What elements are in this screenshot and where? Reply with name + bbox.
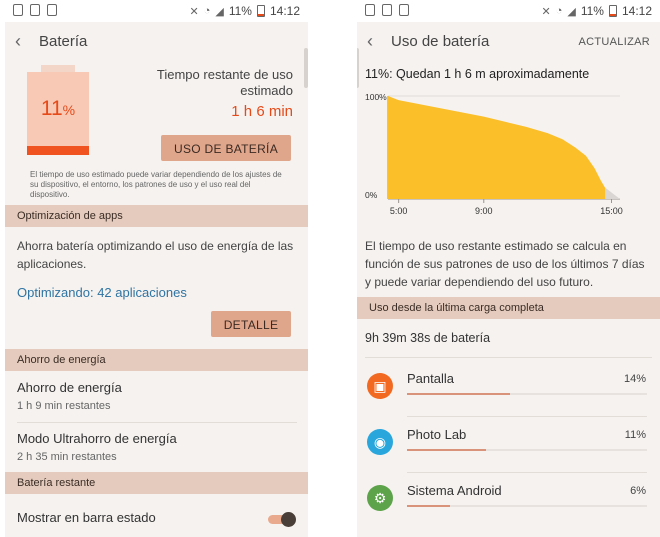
projection-area [605, 187, 620, 199]
usage-summary: 11%: Quedan 1 h 6 m aproximadamente [365, 67, 590, 81]
section-header-power-saving: Ahorro de energía [5, 349, 308, 371]
page-title: Uso de batería [391, 33, 490, 50]
battery-body: 11% [27, 72, 89, 155]
photo-lab-icon: ◉ [367, 429, 393, 455]
divider [407, 416, 647, 417]
screen-icon: ▣ [367, 373, 393, 399]
section-header-optimization: Optimización de apps [5, 205, 308, 227]
x-tick-label: 15:00 [600, 206, 623, 216]
app-name: Pantalla [407, 371, 454, 386]
status-battery-icon [608, 5, 617, 17]
time-on-battery: 9h 39m 38s de batería [365, 331, 491, 345]
divider [407, 472, 647, 473]
usage-bar-fill [407, 449, 487, 451]
usage-bar [407, 505, 647, 507]
status-battery-percent: 11% [228, 4, 252, 18]
battery-percent: 11% [40, 97, 76, 120]
notification-icon [365, 4, 375, 16]
app-usage-row[interactable]: ◉ Photo Lab 11% [357, 419, 660, 475]
gallery-icon [382, 4, 392, 16]
toggle-knob [281, 512, 296, 527]
x-tick-label: 5:00 [390, 206, 408, 216]
remaining-time-value: 1 h 6 min [231, 103, 293, 120]
section-header-since-charge: Uso desde la última carga completa [357, 297, 660, 319]
battery-usage-button[interactable]: USO DE BATERÍA [161, 135, 291, 161]
battery-fill [27, 145, 89, 155]
y-tick-label: 0% [365, 190, 378, 200]
wifi-icon: ◔ [555, 5, 563, 17]
android-system-icon: ⚙ [367, 485, 393, 511]
refresh-button[interactable]: ACTUALIZAR [579, 36, 650, 48]
y-tick-label: 100% [365, 92, 387, 102]
signal-icon: ◢ [215, 5, 224, 18]
mute-icon: ✕ [541, 5, 551, 18]
status-battery-icon [256, 5, 265, 17]
edge-panel-handle[interactable] [304, 48, 308, 88]
status-battery-percent: 11% [580, 4, 604, 18]
app-bar: ‹ Uso de batería ACTUALIZAR [357, 22, 660, 62]
app-usage-percent: 11% [624, 429, 646, 441]
battery-level-area [388, 96, 606, 199]
battery-level-graphic: 11% [27, 65, 89, 155]
usage-bar-fill [407, 505, 451, 507]
page-title: Batería [39, 33, 88, 50]
notification-icon [13, 4, 23, 16]
ultra-power-saving-title: Modo Ultrahorro de energía [17, 431, 177, 446]
wifi-icon: ◔ [203, 5, 211, 17]
power-saving-title: Ahorro de energía [17, 380, 122, 395]
battery-screen: ✕ ◔ ◢ 11% 14:12 ‹ Batería 11% Tiempo res… [5, 0, 308, 537]
battery-cap [41, 65, 75, 72]
bag-icon [399, 4, 409, 16]
show-in-status-bar-label: Mostrar en barra estado [17, 510, 156, 525]
detail-button[interactable]: DETALLE [211, 311, 291, 337]
remaining-time-label: Tiempo restante de uso estimado [156, 67, 293, 98]
usage-bar [407, 449, 647, 451]
power-saving-subtitle: 1 h 9 min restantes [17, 400, 111, 412]
bag-icon [47, 4, 57, 16]
battery-usage-chart: 100% 0% 5:00 9:00 15:00 [365, 92, 623, 216]
usage-bar-fill [407, 393, 511, 395]
status-bar: ✕ ◔ ◢ 11% 14:12 [357, 0, 660, 22]
divider [17, 422, 297, 423]
app-usage-row[interactable]: ⚙ Sistema Android 6% [357, 475, 660, 531]
status-clock: 14:12 [269, 4, 300, 18]
status-bar: ✕ ◔ ◢ 11% 14:12 [5, 0, 308, 22]
app-name: Photo Lab [407, 427, 467, 442]
gallery-icon [30, 4, 40, 16]
x-tick-label: 9:00 [475, 206, 493, 216]
status-clock: 14:12 [621, 4, 652, 18]
section-header-battery-remaining: Batería restante [5, 472, 308, 494]
optimization-status-link[interactable]: Optimizando: 42 aplicaciones [17, 285, 187, 300]
back-icon[interactable]: ‹ [15, 31, 21, 52]
mute-icon: ✕ [189, 5, 199, 18]
battery-usage-screen: ✕ ◔ ◢ 11% 14:12 ‹ Uso de batería ACTUALI… [357, 0, 660, 537]
optimization-description: Ahorra batería optimizando el uso de ene… [17, 239, 294, 271]
app-usage-percent: 14% [623, 373, 646, 385]
app-bar: ‹ Batería [5, 22, 308, 62]
signal-icon: ◢ [567, 5, 576, 18]
usage-bar [407, 393, 647, 395]
show-in-status-bar-toggle[interactable] [268, 512, 296, 527]
app-usage-row[interactable]: ▣ Pantalla 14% [357, 363, 660, 419]
back-icon[interactable]: ‹ [367, 31, 373, 52]
usage-description: El tiempo de uso restante estimado se ca… [365, 239, 645, 289]
divider [365, 357, 652, 358]
edge-panel-handle[interactable] [357, 48, 359, 88]
gap-between-screens [308, 0, 357, 537]
app-name: Sistema Android [407, 483, 502, 498]
app-usage-percent: 6% [630, 485, 646, 497]
ultra-power-saving-subtitle: 2 h 35 min restantes [17, 451, 117, 463]
estimate-note: El tiempo de uso estimado puede variar d… [30, 170, 282, 199]
